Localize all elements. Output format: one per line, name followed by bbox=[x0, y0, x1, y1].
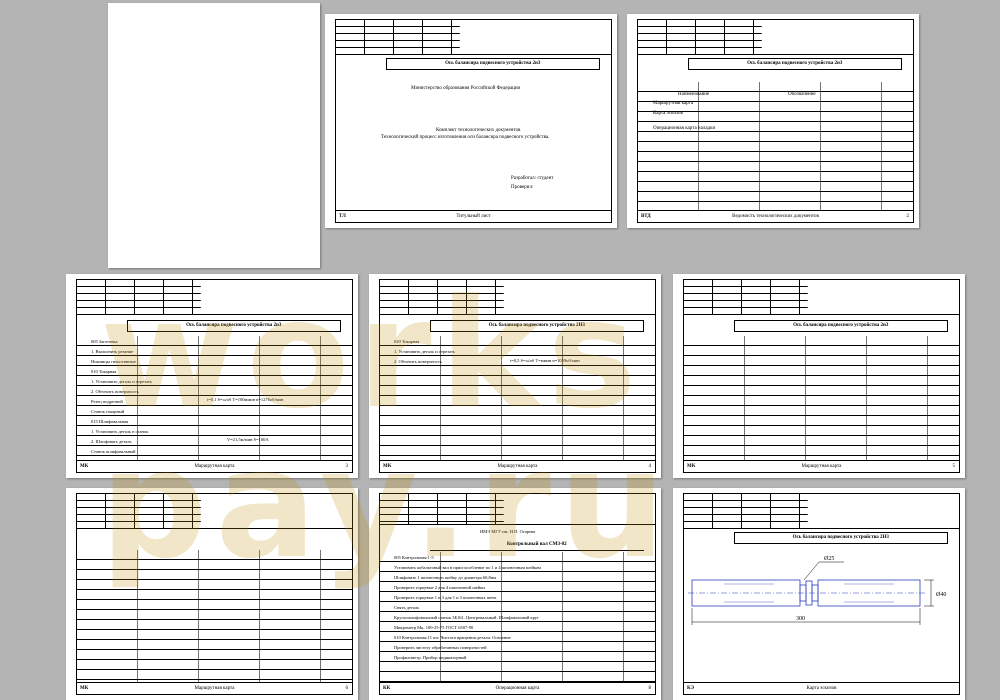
route-card-2: Ось балансира подвесного устройства 2Н3 … bbox=[369, 274, 661, 478]
doc-item: Операционная карта наладки bbox=[653, 126, 716, 131]
route-card-1: Ось балансира подвесного устройства 2н3 … bbox=[66, 274, 358, 478]
heading-2: Технологический процесс изготовления оси… bbox=[381, 135, 550, 140]
doc-title: Ось балансира подвесного устройства 2н3 bbox=[733, 320, 948, 332]
ministry: Министерство образования Российской Феде… bbox=[411, 86, 521, 91]
checked-by: Проверил: bbox=[511, 185, 534, 190]
heading-1: Комплект технологических документов bbox=[436, 128, 521, 133]
footer-title: Титульный лист bbox=[456, 214, 491, 219]
sketch-card: Ось балансира подвесного устройства 2Н3 bbox=[673, 488, 965, 700]
doc-title: Ось балансира подвесного устройства 2н3 bbox=[126, 320, 341, 332]
col-name: Наименование bbox=[678, 92, 710, 97]
doc-title: Ось балансира подвесного устройства 2Н3 bbox=[733, 532, 948, 544]
organization: ИМЭ МГУ им. Н.П. Огарева bbox=[480, 529, 536, 534]
params: V=21,5м/мин S=100А bbox=[227, 437, 269, 442]
doc-item: Маршрутная карта bbox=[653, 101, 694, 106]
key-dimension: Ø25 bbox=[824, 556, 834, 562]
shaft-drawing: 300 Ø40 Ø25 bbox=[688, 556, 946, 625]
developed-by: Разработал: студент bbox=[511, 176, 554, 181]
footer-title: Ведомость технологических документов bbox=[732, 214, 819, 219]
blank-page bbox=[108, 3, 320, 268]
page-frame: Ось балансира подвесного устройства 2н3 … bbox=[335, 19, 612, 223]
document-list-page: Ось балансира подвесного устройства 2н3 … bbox=[627, 14, 919, 228]
footer-page-number: 2 bbox=[906, 214, 910, 219]
title-page: Ось балансира подвесного устройства 2н3 … bbox=[325, 14, 617, 228]
params: t=0,1 S=ω/об Т=100ммин n=1276об/мин bbox=[207, 397, 284, 402]
route-card-3: Ось балансира подвесного устройства 2н3 … bbox=[673, 274, 965, 478]
diameter-dimension: Ø40 bbox=[936, 592, 946, 598]
doc-title: Ось балансира подвесного устройства 2н3 bbox=[687, 58, 902, 70]
control-lines: 005 Контрольная 1-5 Установить кобальтов… bbox=[394, 555, 541, 660]
col-designation: Обозначение bbox=[788, 92, 816, 97]
doc-item: Карта эскизов bbox=[653, 111, 683, 116]
doc-title: Ось балансира подвесного устройства 2н3 bbox=[385, 58, 600, 70]
length-dimension: 300 bbox=[796, 616, 805, 622]
doc-title: Контрольный вал СМЗ-02 bbox=[429, 540, 644, 551]
route-lines: 020 Токарная 1. Установить деталь и отре… bbox=[394, 339, 455, 364]
doc-title: Ось балансира подвесного устройства 2Н3 bbox=[429, 320, 644, 332]
params: t=0,5 S=ω/об T=ммин n=1059об/мин bbox=[510, 358, 580, 363]
route-card-4: МК Маршрутная карта 6 bbox=[66, 488, 358, 700]
control-card: ИМЭ МГУ им. Н.П. Огарева Контрольный вал… bbox=[369, 488, 661, 700]
route-lines: 005 Заготовка 1. Выполнить резание Ножни… bbox=[91, 339, 152, 454]
